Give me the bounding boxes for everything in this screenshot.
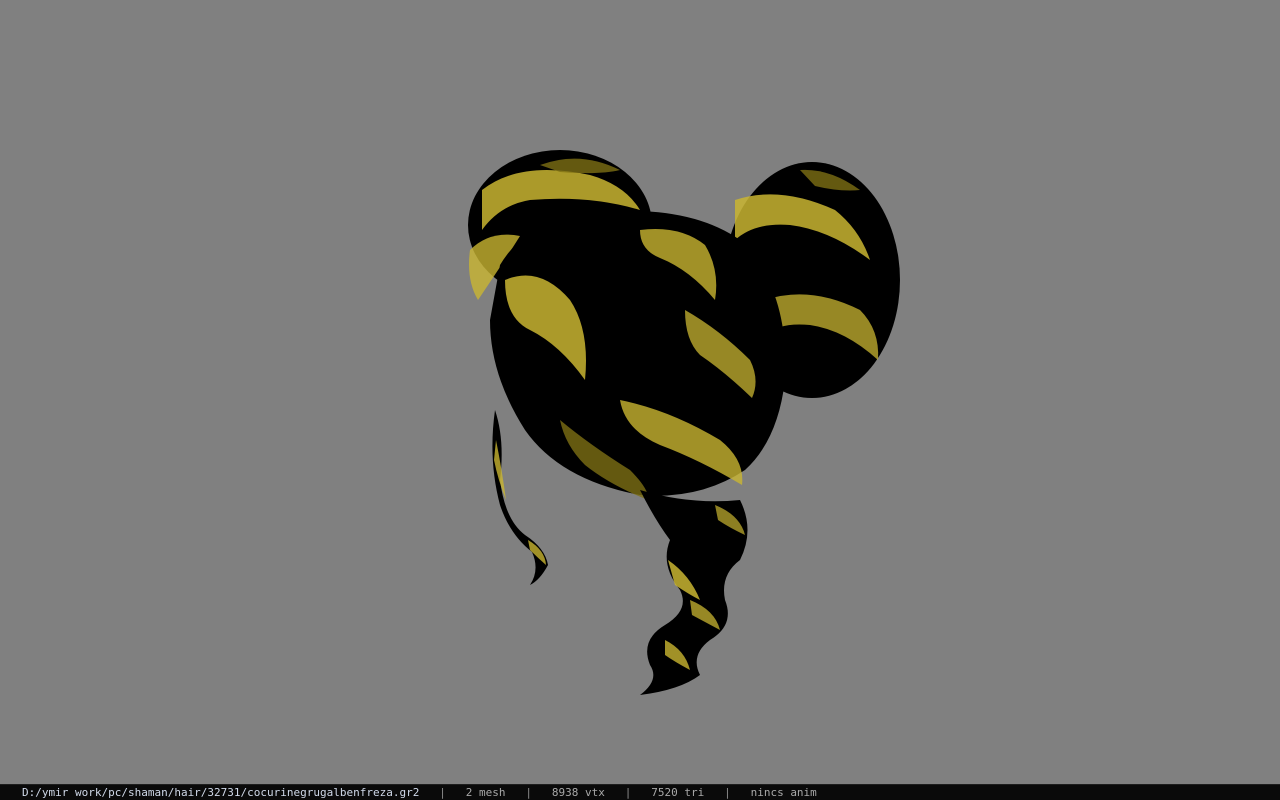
triangle-count: 7520 tri	[651, 786, 705, 799]
separator: |	[439, 786, 446, 799]
separator: |	[525, 786, 532, 799]
file-path: D:/ymir work/pc/shaman/hair/32731/cocuri…	[22, 786, 420, 799]
vertex-count: 8938 vtx	[551, 786, 605, 799]
separator: |	[624, 786, 632, 799]
hair-model-icon	[468, 150, 900, 695]
3d-viewport[interactable]	[0, 0, 1280, 784]
separator: |	[724, 786, 731, 799]
animation-status: nincs anim	[750, 786, 817, 799]
status-bar: D:/ymir work/pc/shaman/hair/32731/cocuri…	[0, 784, 1280, 800]
mesh-count: 2 mesh	[465, 786, 506, 799]
